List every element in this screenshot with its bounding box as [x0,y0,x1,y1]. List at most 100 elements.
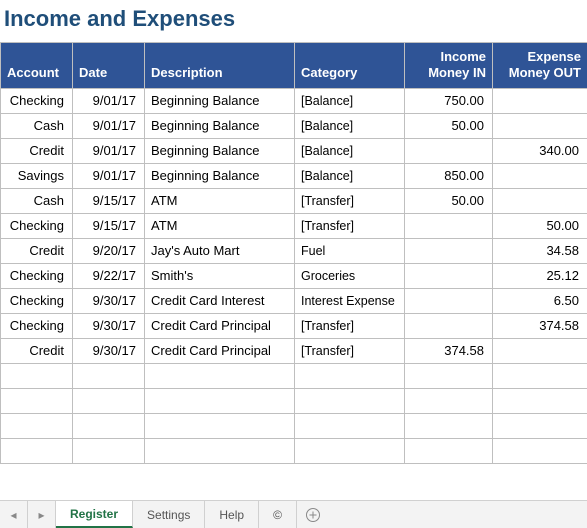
cell-description[interactable] [145,363,295,388]
cell-expense[interactable] [493,388,587,413]
cell-expense[interactable] [493,163,587,188]
cell-account[interactable] [1,413,73,438]
cell-expense[interactable] [493,363,587,388]
cell-category[interactable]: [Balance] [295,163,405,188]
cell-income[interactable]: 850.00 [405,163,493,188]
cell-expense[interactable]: 340.00 [493,138,587,163]
cell-date[interactable]: 9/30/17 [73,288,145,313]
table-row[interactable]: Credit9/30/17Credit Card Principal[Trans… [1,338,587,363]
cell-expense[interactable]: 34.58 [493,238,587,263]
cell-date[interactable]: 9/30/17 [73,313,145,338]
cell-account[interactable]: Cash [1,188,73,213]
cell-category[interactable]: [Balance] [295,138,405,163]
cell-account[interactable]: Checking [1,313,73,338]
cell-account[interactable]: Credit [1,338,73,363]
sheet-tab[interactable]: Register [56,501,133,528]
col-income[interactable]: Income Money IN [405,43,493,89]
cell-date[interactable]: 9/22/17 [73,263,145,288]
cell-category[interactable] [295,388,405,413]
cell-description[interactable]: Beginning Balance [145,113,295,138]
cell-date[interactable] [73,413,145,438]
cell-income[interactable] [405,438,493,463]
cell-description[interactable] [145,388,295,413]
table-row[interactable]: Credit9/01/17Beginning Balance[Balance]3… [1,138,587,163]
cell-category[interactable] [295,363,405,388]
table-row[interactable]: Savings9/01/17Beginning Balance[Balance]… [1,163,587,188]
cell-date[interactable] [73,438,145,463]
cell-date[interactable]: 9/01/17 [73,113,145,138]
cell-date[interactable]: 9/30/17 [73,338,145,363]
cell-expense[interactable]: 50.00 [493,213,587,238]
cell-expense[interactable] [493,113,587,138]
cell-income[interactable] [405,213,493,238]
cell-category[interactable]: [Balance] [295,88,405,113]
cell-income[interactable]: 50.00 [405,188,493,213]
cell-description[interactable]: ATM [145,188,295,213]
table-row[interactable]: Cash9/01/17Beginning Balance[Balance]50.… [1,113,587,138]
cell-category[interactable] [295,438,405,463]
cell-category[interactable]: Interest Expense [295,288,405,313]
cell-income[interactable]: 374.58 [405,338,493,363]
table-row[interactable]: Checking9/30/17Credit Card Principal[Tra… [1,313,587,338]
cell-income[interactable] [405,263,493,288]
table-row[interactable] [1,413,587,438]
cell-expense[interactable] [493,413,587,438]
cell-account[interactable] [1,438,73,463]
table-row[interactable]: Cash9/15/17ATM[Transfer]50.00 [1,188,587,213]
cell-category[interactable]: Groceries [295,263,405,288]
col-category[interactable]: Category [295,43,405,89]
cell-account[interactable]: Cash [1,113,73,138]
cell-expense[interactable] [493,338,587,363]
cell-description[interactable]: Credit Card Principal [145,338,295,363]
table-row[interactable] [1,388,587,413]
cell-description[interactable]: Credit Card Principal [145,313,295,338]
cell-description[interactable]: Smith's [145,263,295,288]
table-row[interactable] [1,438,587,463]
cell-expense[interactable] [493,88,587,113]
cell-income[interactable]: 50.00 [405,113,493,138]
table-row[interactable] [1,363,587,388]
cell-date[interactable] [73,388,145,413]
table-row[interactable]: Credit9/20/17Jay's Auto MartFuel34.58 [1,238,587,263]
table-row[interactable]: Checking9/01/17Beginning Balance[Balance… [1,88,587,113]
tab-nav-prev[interactable]: ◂ [0,501,28,528]
cell-expense[interactable]: 374.58 [493,313,587,338]
cell-description[interactable]: Beginning Balance [145,88,295,113]
table-row[interactable]: Checking9/22/17Smith'sGroceries25.12 [1,263,587,288]
cell-date[interactable]: 9/01/17 [73,163,145,188]
cell-date[interactable]: 9/15/17 [73,213,145,238]
cell-description[interactable]: Credit Card Interest [145,288,295,313]
cell-income[interactable] [405,413,493,438]
cell-income[interactable] [405,388,493,413]
cell-account[interactable]: Savings [1,163,73,188]
cell-income[interactable]: 750.00 [405,88,493,113]
cell-description[interactable]: ATM [145,213,295,238]
tab-nav-next[interactable]: ▸ [28,501,56,528]
cell-account[interactable] [1,363,73,388]
sheet-tab[interactable]: Help [205,501,259,528]
cell-date[interactable]: 9/20/17 [73,238,145,263]
cell-income[interactable] [405,138,493,163]
sheet-tab[interactable]: © [259,501,297,528]
col-date[interactable]: Date [73,43,145,89]
cell-account[interactable]: Checking [1,213,73,238]
cell-description[interactable]: Beginning Balance [145,163,295,188]
cell-date[interactable] [73,363,145,388]
cell-category[interactable]: Fuel [295,238,405,263]
transactions-table[interactable]: Account Date Description Category Income… [0,42,587,464]
cell-expense[interactable]: 6.50 [493,288,587,313]
cell-description[interactable]: Beginning Balance [145,138,295,163]
cell-account[interactable]: Checking [1,288,73,313]
cell-account[interactable] [1,388,73,413]
col-expense[interactable]: Expense Money OUT [493,43,587,89]
cell-description[interactable]: Jay's Auto Mart [145,238,295,263]
cell-description[interactable] [145,413,295,438]
cell-account[interactable]: Checking [1,263,73,288]
cell-date[interactable]: 9/15/17 [73,188,145,213]
cell-account[interactable]: Checking [1,88,73,113]
cell-category[interactable]: [Balance] [295,113,405,138]
col-description[interactable]: Description [145,43,295,89]
cell-category[interactable]: [Transfer] [295,188,405,213]
cell-expense[interactable] [493,188,587,213]
cell-category[interactable] [295,413,405,438]
